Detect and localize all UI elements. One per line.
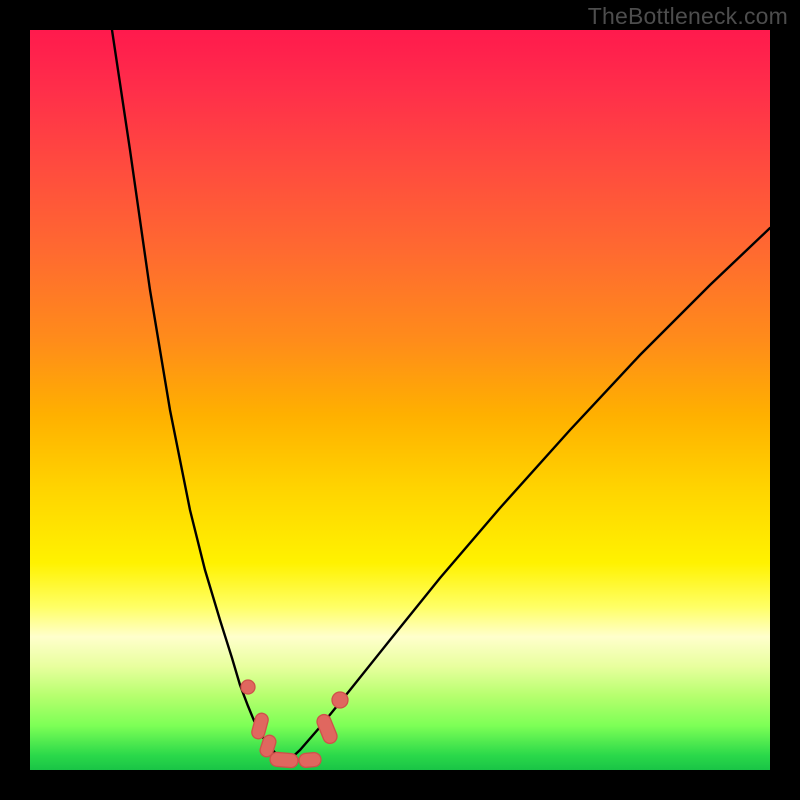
data-marker	[269, 752, 298, 768]
marker-group	[241, 680, 348, 768]
outer-frame: TheBottleneck.com	[0, 0, 800, 800]
data-marker	[332, 692, 348, 708]
data-marker	[241, 680, 255, 694]
curve-left-branch	[112, 30, 286, 763]
curve-right-branch	[286, 228, 770, 763]
data-marker	[298, 752, 321, 768]
watermark-text: TheBottleneck.com	[588, 3, 788, 30]
plot-area	[30, 30, 770, 770]
chart-svg	[30, 30, 770, 770]
